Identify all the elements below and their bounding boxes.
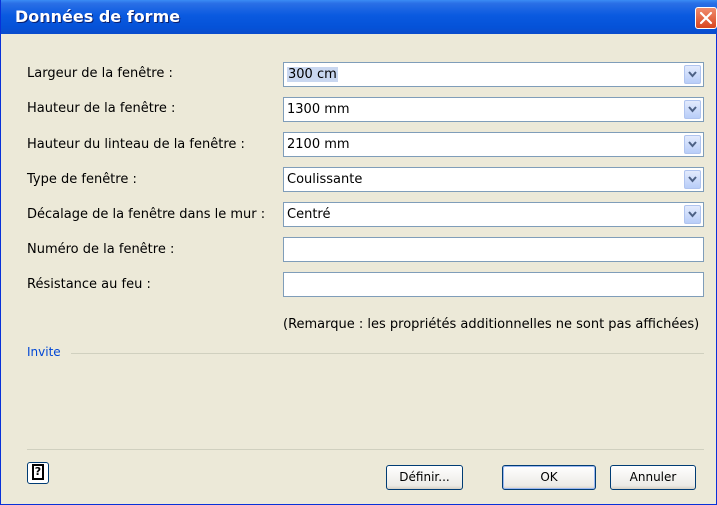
fire-resistance-label: Résistance au feu : — [27, 277, 151, 292]
window-number-label: Numéro de la fenêtre : — [27, 242, 175, 257]
height-dropdown-button[interactable] — [684, 100, 701, 119]
dialog-title: Données de forme — [15, 7, 181, 26]
width-dropdown-button[interactable] — [684, 65, 701, 84]
lintel-height-label: Hauteur du linteau de la fenêtre : — [27, 137, 245, 152]
lintel-height-value: 2100 mm — [287, 137, 350, 152]
close-icon — [699, 11, 713, 25]
window-type-dropdown-button[interactable] — [684, 170, 701, 189]
lintel-height-dropdown-button[interactable] — [684, 135, 701, 154]
width-field[interactable]: 300 cm — [283, 62, 704, 87]
chevron-down-icon — [688, 211, 697, 218]
chevron-down-icon — [688, 71, 697, 78]
wall-offset-dropdown-button[interactable] — [684, 205, 701, 224]
chevron-down-icon — [688, 141, 697, 148]
lintel-height-field[interactable]: 2100 mm — [283, 132, 704, 157]
fire-resistance-input[interactable] — [283, 272, 704, 297]
width-label: Largeur de la fenêtre : — [27, 66, 173, 81]
window-type-field[interactable]: Coulissante — [283, 167, 704, 192]
wall-offset-label: Décalage de la fenêtre dans le mur : — [27, 207, 266, 222]
title-bar[interactable]: Données de forme — [1, 0, 717, 34]
help-icon: ? — [32, 464, 44, 480]
window-type-label: Type de fenêtre : — [27, 172, 137, 187]
height-label: Hauteur de la fenêtre : — [27, 101, 176, 116]
remark-text: (Remarque : les propriétés additionnelle… — [283, 317, 700, 332]
define-button[interactable]: Définir... — [386, 465, 463, 490]
wall-offset-field[interactable]: Centré — [283, 202, 704, 227]
wall-offset-value: Centré — [287, 207, 331, 222]
window-number-input[interactable] — [283, 237, 704, 262]
window-type-value: Coulissante — [287, 172, 363, 187]
width-value: 300 cm — [287, 67, 338, 82]
prompt-divider — [71, 353, 704, 354]
ok-button[interactable]: OK — [502, 465, 596, 490]
help-button[interactable]: ? — [27, 462, 49, 484]
height-field[interactable]: 1300 mm — [283, 97, 704, 122]
chevron-down-icon — [688, 106, 697, 113]
cancel-button[interactable]: Annuler — [610, 465, 696, 490]
chevron-down-icon — [688, 176, 697, 183]
height-value: 1300 mm — [287, 102, 350, 117]
prompt-label: Invite — [27, 345, 61, 359]
shape-data-dialog: Données de forme Largeur de la fenêtre :… — [0, 0, 717, 505]
close-button[interactable] — [695, 7, 717, 29]
footer-divider — [27, 449, 704, 450]
